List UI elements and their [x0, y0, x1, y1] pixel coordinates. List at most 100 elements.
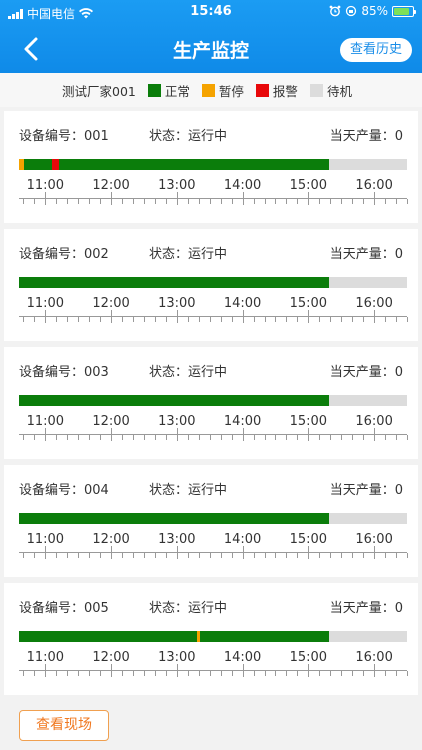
time-axis-tick	[111, 310, 113, 323]
time-axis-tick	[396, 435, 398, 440]
time-axis-label: 16:00	[355, 650, 393, 665]
device-status: 状态：运行中	[149, 247, 228, 262]
time-axis-label: 11:00	[26, 650, 65, 665]
time-axis-tick	[56, 435, 58, 440]
status-timeline-bar	[19, 631, 407, 642]
device-card-004[interactable]: 设备编号：004 状态：运行中 当天产量：0 11:00 12:00 13:00 14…	[4, 465, 418, 577]
time-axis-label: 16:00	[355, 414, 393, 429]
time-axis-tick	[341, 671, 343, 676]
timeline-segment	[19, 631, 197, 642]
time-axis-label: 15:00	[289, 650, 328, 665]
time-axis-tick	[34, 553, 36, 558]
time-axis-tick	[209, 317, 211, 322]
time-axis-tick	[385, 435, 387, 440]
time-axis-tick	[23, 553, 25, 558]
device-output: 当天产量：0	[329, 129, 403, 144]
time-axis-tick	[89, 553, 91, 558]
vendor-name: 测试厂家001	[62, 83, 136, 99]
legend-label: 待机	[326, 83, 352, 99]
time-axis-tick	[374, 428, 376, 441]
time-axis-tick	[264, 435, 266, 440]
time-axis-tick	[143, 553, 145, 558]
status-timeline-bar	[19, 277, 407, 288]
time-axis-label: 13:00	[158, 650, 196, 665]
status-timeline-bar	[19, 395, 407, 406]
device-info: 设备编号：005 状态：运行中 当天产量：0	[19, 597, 403, 616]
time-axis-tick	[143, 199, 145, 204]
time-axis-tick	[23, 317, 25, 322]
time-axis-tick	[89, 671, 91, 676]
time-axis-tick	[264, 671, 266, 676]
time-axis-tick	[407, 671, 408, 676]
time-axis-label: 13:00	[158, 178, 196, 193]
legend-label: 暂停	[218, 83, 244, 99]
time-axis-tick	[154, 199, 156, 204]
time-axis-tick	[352, 671, 354, 676]
time-axis-tick	[111, 664, 113, 677]
time-axis-tick	[100, 435, 102, 440]
time-axis-tick	[45, 192, 47, 205]
time-axis-tick	[78, 435, 80, 440]
legend-item-paused: 暂停	[201, 81, 244, 100]
time-axis-tick	[352, 199, 354, 204]
device-card-005[interactable]: 设备编号：005 状态：运行中 当天产量：0 11:00 12:00 13:00 14…	[4, 583, 418, 695]
time-axis-tick	[231, 435, 233, 440]
time-axis-tick	[286, 553, 288, 558]
time-axis-tick	[122, 199, 124, 204]
time-axis: 11:00 12:00 13:00 14:00 15:00 16:00	[19, 650, 408, 680]
time-axis-tick	[45, 310, 47, 323]
time-axis-tick	[111, 428, 113, 441]
time-axis-tick	[407, 435, 408, 440]
time-axis-tick	[89, 435, 91, 440]
time-axis-tick	[143, 671, 145, 676]
device-card-003[interactable]: 设备编号：003 状态：运行中 当天产量：0 11:00 12:00 13:00 14…	[4, 347, 418, 459]
device-card-002[interactable]: 设备编号：002 状态：运行中 当天产量：0 11:00 12:00 13:00 14…	[4, 229, 418, 341]
time-axis-tick	[34, 435, 36, 440]
time-axis-tick	[122, 435, 124, 440]
time-axis-tick	[209, 553, 211, 558]
time-axis-tick	[297, 671, 299, 676]
time-axis-tick	[308, 428, 310, 441]
time-axis-tick	[187, 671, 189, 676]
device-card-001[interactable]: 设备编号：001 状态：运行中 当天产量：0 11:00 12:00 13:00 14…	[4, 111, 418, 223]
time-axis-tick	[275, 317, 277, 322]
time-axis-tick	[308, 192, 310, 205]
time-axis-tick	[286, 435, 288, 440]
time-axis-label: 13:00	[158, 532, 196, 547]
time-axis-tick	[330, 317, 332, 322]
time-axis: 11:00 12:00 13:00 14:00 15:00 16:00	[19, 532, 408, 562]
time-axis-tick	[67, 199, 69, 204]
time-axis-tick	[165, 671, 167, 676]
time-axis-tick	[242, 192, 244, 205]
time-axis-tick	[330, 671, 332, 676]
legend-item-normal: 正常	[147, 81, 190, 100]
time-axis-tick	[176, 192, 178, 205]
time-axis-tick	[122, 553, 124, 558]
time-axis-tick	[176, 428, 178, 441]
time-axis-tick	[242, 310, 244, 323]
time-axis-tick	[23, 435, 25, 440]
view-history-button[interactable]: 查看历史	[339, 38, 412, 62]
device-id: 设备编号：002	[19, 247, 109, 262]
time-axis-tick	[220, 553, 222, 558]
status-right: 85%	[329, 4, 416, 18]
timeline-segment	[19, 277, 330, 288]
legend-item-standby: 待机	[309, 81, 352, 100]
time-axis-label: 12:00	[92, 414, 130, 429]
time-axis-tick	[165, 553, 167, 558]
time-axis-tick	[242, 428, 244, 441]
time-axis-tick	[407, 317, 408, 322]
time-axis-tick	[352, 317, 354, 322]
time-axis-label: 16:00	[355, 178, 393, 193]
time-axis-tick	[253, 553, 255, 558]
time-axis-tick	[253, 317, 255, 322]
time-axis-tick	[286, 671, 288, 676]
time-axis-tick	[297, 317, 299, 322]
view-scene-button[interactable]: 查看现场	[19, 710, 109, 741]
time-axis-tick	[165, 435, 167, 440]
time-axis-label: 11:00	[26, 414, 65, 429]
time-axis-tick	[319, 671, 321, 676]
time-axis-tick	[341, 553, 343, 558]
time-axis-tick	[56, 553, 58, 558]
device-info: 设备编号：001 状态：运行中 当天产量：0	[19, 125, 403, 144]
